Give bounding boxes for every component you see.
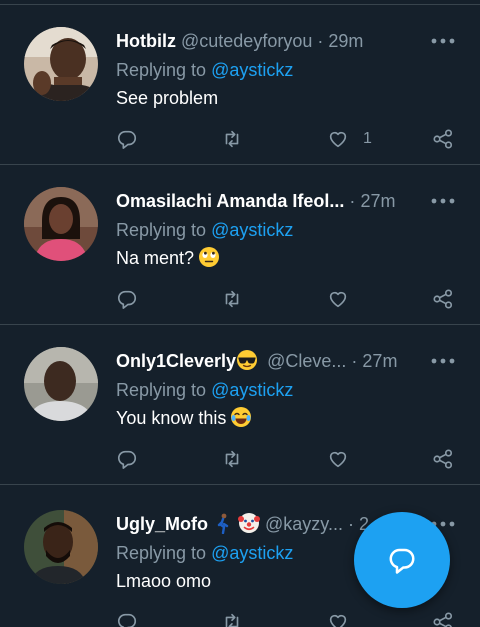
reply-button[interactable] [116,123,138,155]
tweet-actions: 1 [0,123,480,155]
tweet-actions [0,283,480,315]
share-icon [433,289,453,309]
tweet-text-content: Lmaoo omo [116,571,212,591]
replying-to-label: Replying to [116,543,207,563]
reply-icon [117,130,137,149]
retweet-button[interactable] [221,606,243,627]
timestamp: 27m [360,191,396,211]
replying-to: Replying to @aystickz [116,377,293,403]
avatar[interactable] [24,27,98,101]
retweet-icon [225,130,239,148]
reply-button[interactable] [116,606,138,627]
more-icon[interactable] [430,191,456,211]
tweet-header: Only1Cleverly @Cleve... · 27m [116,347,416,375]
separator-dot: · [347,514,354,534]
person-walking-emoji-icon [212,512,234,535]
separator-dot: · [351,351,358,371]
tweet-text: Na ment? [116,245,220,271]
tweet-card[interactable]: Only1Cleverly @Cleve... · 27m Replying t… [0,325,480,485]
tweet-header: Omasilachi Amanda Ifeol... · 27m [116,187,416,215]
like-count: 1 [363,130,372,147]
display-name[interactable]: Hotbilz [116,31,181,51]
reply-target-link[interactable]: @aystickz [211,60,293,80]
user-handle[interactable]: @cutedeyforyou [181,31,312,51]
replying-to-label: Replying to [116,220,207,240]
tweet-card[interactable]: Hotbilz @cutedeyforyou · 29m Replying to… [0,5,480,165]
share-button[interactable] [432,443,454,475]
retweet-icon [225,450,239,468]
replying-to-label: Replying to [116,380,207,400]
retweet-button[interactable] [221,443,243,475]
reply-target-link[interactable]: @aystickz [211,380,293,400]
separator-dot: · [349,191,356,211]
reply-icon [117,290,137,309]
separator-dot: · [317,31,324,51]
display-name[interactable]: Omasilachi Amanda Ifeol... [116,191,344,211]
replying-to: Replying to @aystickz [116,217,293,243]
retweet-icon [225,290,239,308]
share-button[interactable] [432,283,454,315]
share-icon [433,612,453,627]
reply-target-link[interactable]: @aystickz [211,543,293,563]
tweet-text-content: See problem [116,88,219,108]
replying-to: Replying to @aystickz [116,540,293,566]
user-handle[interactable]: @kayzy... [265,514,343,534]
laughing-tears-emoji-icon [230,406,252,428]
tweet-actions [0,443,480,475]
avatar[interactable] [24,347,98,421]
replying-to: Replying to @aystickz [116,57,293,83]
heart-icon [329,291,347,308]
heart-icon [329,614,347,627]
more-icon[interactable] [430,351,456,371]
retweet-button[interactable] [221,283,243,315]
retweet-button[interactable] [221,123,243,155]
reply-icon [117,613,137,627]
reply-button[interactable] [116,283,138,315]
heart-icon [329,451,347,468]
share-button[interactable] [432,123,454,155]
like-button[interactable] [327,606,349,627]
like-button[interactable] [327,443,349,475]
heart-icon [329,131,347,148]
timestamp: 27m [362,351,398,371]
display-name[interactable]: Ugly_Mofo [116,514,208,534]
clown-face-emoji-icon [238,512,260,534]
share-icon [433,129,453,149]
like-button[interactable]: 1 [327,123,372,155]
compose-reply-button[interactable] [354,512,450,608]
tweet-text: You know this [116,405,252,431]
retweet-icon [225,613,239,627]
like-button[interactable] [327,283,349,315]
eye-roll-emoji-icon [198,246,220,268]
tweet-text-content: You know this [116,408,227,428]
compose-reply-icon [389,548,415,574]
share-icon [433,449,453,469]
user-handle[interactable]: @Cleve... [267,351,346,371]
more-icon[interactable] [430,31,456,51]
reply-target-link[interactable]: @aystickz [211,220,293,240]
avatar[interactable] [24,187,98,261]
share-button[interactable] [432,606,454,627]
tweet-text: Lmaoo omo [116,568,211,594]
avatar[interactable] [24,510,98,584]
reply-feed: Hotbilz @cutedeyforyou · 29m Replying to… [0,0,480,627]
timestamp: 29m [328,31,364,51]
tweet-actions [0,606,480,627]
display-name[interactable]: Only1Cleverly [116,351,236,371]
tweet-header: Hotbilz @cutedeyforyou · 29m [116,27,416,55]
tweet-text-content: Na ment? [116,248,195,268]
replying-to-label: Replying to [116,60,207,80]
sunglasses-emoji-icon [236,349,258,371]
tweet-card[interactable]: Omasilachi Amanda Ifeol... · 27m Replyin… [0,165,480,325]
reply-icon [117,450,137,469]
reply-button[interactable] [116,443,138,475]
tweet-text: See problem [116,85,218,111]
